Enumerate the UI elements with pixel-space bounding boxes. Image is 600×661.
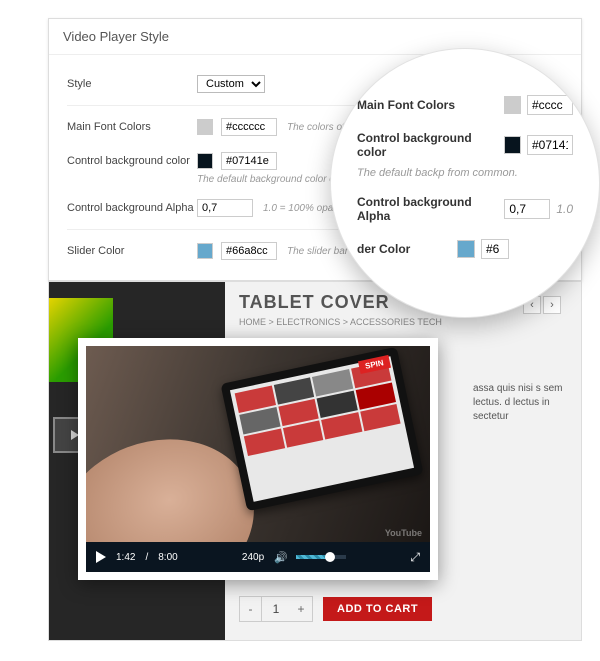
tablet-graphic: [220, 347, 423, 512]
zoom-row-ctrlbg: Control background color: [357, 131, 573, 159]
qty-minus-button[interactable]: -: [240, 597, 262, 621]
zoom-swatch-slider[interactable]: [457, 240, 475, 258]
zoom-input-ctrlbg[interactable]: [527, 135, 573, 155]
nav-next-button[interactable]: ›: [543, 296, 561, 314]
swatch-slider[interactable]: [197, 243, 213, 259]
volume-knob[interactable]: [325, 552, 335, 562]
input-main-font[interactable]: [221, 118, 277, 136]
fullscreen-button[interactable]: ⤢: [410, 550, 420, 565]
label-ctrl-alpha: Control background Alpha: [67, 202, 197, 214]
qty-plus-button[interactable]: +: [290, 597, 312, 621]
zoom-input-slider[interactable]: [481, 239, 509, 259]
zoom-label-alpha: Control background Alpha: [357, 195, 504, 223]
input-ctrl-alpha[interactable]: [197, 199, 253, 217]
style-select[interactable]: Custom: [197, 75, 265, 93]
zoom-lens: Main Font Colors Control background colo…: [330, 48, 600, 318]
play-button[interactable]: [96, 551, 106, 563]
zoom-hint-alpha: 1.0: [556, 202, 573, 216]
video-scene: SPIN YouTube: [86, 346, 430, 572]
zoom-swatch-mainfont[interactable]: [504, 96, 521, 114]
zoom-label-mainfont: Main Font Colors: [357, 98, 504, 112]
quantity-stepper: - 1 +: [239, 596, 313, 622]
swatch-ctrl-bg[interactable]: [197, 153, 213, 169]
breadcrumb[interactable]: HOME > ELECTRONICS > ACCESSORIES TECH: [239, 317, 571, 327]
qty-value[interactable]: 1: [262, 597, 290, 621]
zoom-input-alpha[interactable]: [504, 199, 550, 219]
time-sep: /: [145, 552, 148, 563]
zoom-row-alpha: Control background Alpha 1.0: [357, 195, 573, 223]
panel-title: Video Player Style: [49, 19, 581, 55]
zoom-row-mainfont: Main Font Colors: [357, 95, 573, 115]
time-duration: 8:00: [158, 552, 177, 563]
swatch-main-font[interactable]: [197, 119, 213, 135]
input-ctrl-bg[interactable]: [221, 152, 277, 170]
zoom-swatch-ctrlbg[interactable]: [504, 136, 521, 154]
youtube-watermark: YouTube: [385, 528, 422, 538]
input-slider[interactable]: [221, 242, 277, 260]
zoom-hint-ctrlbg: The default backp from common.: [357, 167, 573, 179]
label-ctrl-bg: Control background color: [67, 155, 197, 167]
quality-label[interactable]: 240p: [242, 552, 264, 563]
qty-row: - 1 + ADD TO CART: [239, 596, 432, 622]
add-to-cart-button[interactable]: ADD TO CART: [323, 597, 432, 621]
volume-slider[interactable]: [296, 555, 346, 559]
video-frame[interactable]: SPIN YouTube 1:42 / 8:00 240p ⤢: [86, 346, 430, 572]
label-style: Style: [67, 78, 197, 90]
time-current: 1:42: [116, 552, 135, 563]
product-description: assa quis nisi s sem lectus. d lectus in…: [473, 382, 563, 424]
video-controls: 1:42 / 8:00 240p ⤢: [86, 542, 430, 572]
zoom-label-slider: der Color: [357, 242, 457, 256]
zoom-row-slider: der Color: [357, 239, 573, 259]
zoom-label-ctrlbg: Control background color: [357, 131, 504, 159]
label-slider: Slider Color: [67, 245, 197, 257]
video-popup: SPIN YouTube 1:42 / 8:00 240p ⤢: [78, 338, 438, 580]
label-main-font: Main Font Colors: [67, 121, 197, 133]
zoom-input-mainfont[interactable]: [527, 95, 573, 115]
volume-icon[interactable]: [274, 551, 286, 563]
